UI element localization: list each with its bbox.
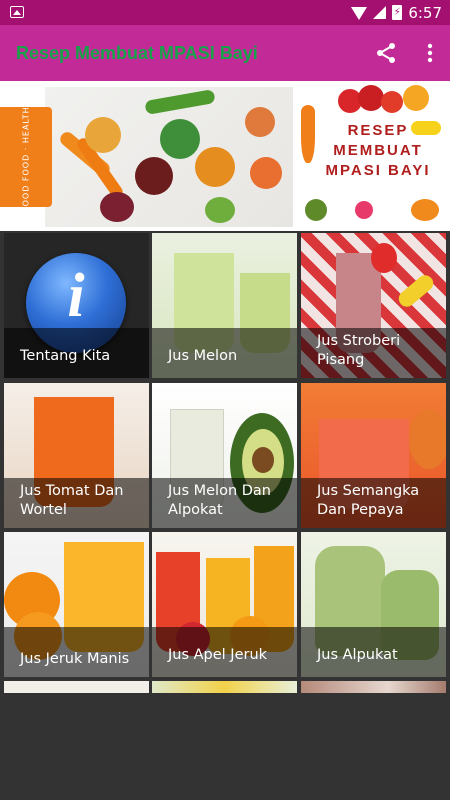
tile-partial-2[interactable] xyxy=(152,681,297,693)
tile-tentang-kita[interactable]: i Tentang Kita xyxy=(4,233,149,378)
tile-label: Tentang Kita xyxy=(20,348,111,364)
header-banner: GOOD FOOD · HEALTHY RESEP MEMBUAT MPASI … xyxy=(0,81,450,231)
more-options-button[interactable] xyxy=(424,41,436,65)
image-notification-icon xyxy=(10,6,24,18)
share-button[interactable] xyxy=(374,41,398,65)
tile-label: Jus Tomat Dan Wortel xyxy=(20,483,124,518)
app-bar: Resep Membuat MPASI Bayi xyxy=(0,25,450,81)
banner-side-tag: GOOD FOOD · HEALTHY xyxy=(0,100,52,214)
battery-icon: ⚡ xyxy=(392,5,403,20)
more-vert-icon xyxy=(427,43,433,63)
banner-promo-title: RESEP MEMBUAT MPASI BAYI xyxy=(325,122,431,179)
status-time: 6:57 xyxy=(408,3,442,22)
tile-partial-3[interactable] xyxy=(301,681,446,693)
tile-partial-1[interactable] xyxy=(4,681,149,693)
tile-jus-melon[interactable]: Jus Melon xyxy=(152,233,297,378)
status-bar: ⚡ 6:57 xyxy=(0,0,450,25)
tile-label: Jus Alpukat xyxy=(317,647,398,663)
banner-food-photo xyxy=(45,87,295,227)
tile-label: Jus Melon Dan Alpokat xyxy=(168,483,272,518)
tile-label: Jus Jeruk Manis xyxy=(20,651,130,667)
tile-jus-apel-jeruk[interactable]: Jus Apel Jeruk xyxy=(152,532,297,677)
tile-label: Jus Melon xyxy=(168,348,238,364)
tile-jus-alpukat[interactable]: Jus Alpukat xyxy=(301,532,446,677)
tile-label: Jus Apel Jeruk xyxy=(168,647,268,663)
status-icons: ⚡ 6:57 xyxy=(351,0,442,25)
app-title: Resep Membuat MPASI Bayi xyxy=(16,43,258,63)
tile-jus-jeruk-manis[interactable]: Jus Jeruk Manis xyxy=(4,532,149,677)
share-icon xyxy=(377,43,395,63)
signal-icon xyxy=(373,6,387,19)
tile-label: Jus Semangka Dan Pepaya xyxy=(317,483,420,518)
wifi-icon xyxy=(351,7,368,20)
tile-jus-tomat-dan-wortel[interactable]: Jus Tomat Dan Wortel xyxy=(4,383,149,528)
tile-label: Jus Stroberi Pisang xyxy=(317,333,401,368)
tile-jus-stroberi-pisang[interactable]: Jus Stroberi Pisang xyxy=(301,233,446,378)
tile-jus-melon-dan-alpokat[interactable]: Jus Melon Dan Alpokat xyxy=(152,383,297,528)
tile-jus-semangka-dan-pepaya[interactable]: Jus Semangka Dan Pepaya xyxy=(301,383,446,528)
